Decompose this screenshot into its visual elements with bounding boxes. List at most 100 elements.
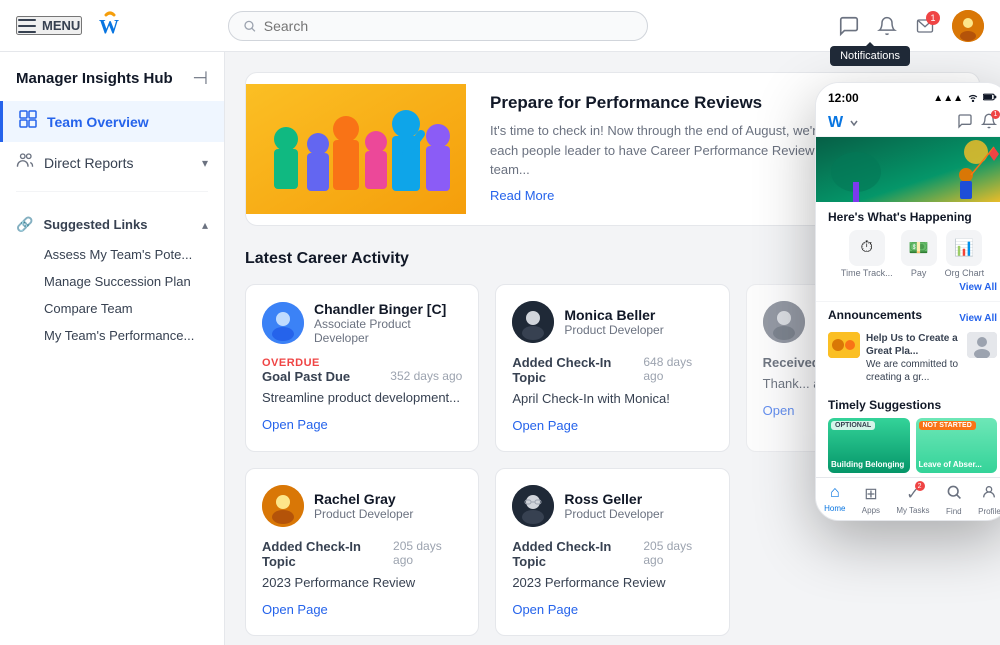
mobile-section-title: Here's What's Happening [828,210,997,224]
timely-label-2: Leave of Abser... [919,460,995,470]
mobile-notif-badge: 1 [991,110,1000,119]
mobile-nav-apps[interactable]: ⊞ Apps [862,484,880,516]
ross-detail: 2023 Performance Review [512,575,712,590]
pay-label: Pay [911,268,927,278]
pay-icon: 💵 [901,230,937,266]
find-icon [946,484,962,505]
mobile-wifi-icon [967,92,979,105]
mobile-time-track-action[interactable]: ⏱ Time Track... [841,230,893,278]
receiver-open-link[interactable]: Open [763,403,795,418]
suggested-links-title: Suggested Links [43,217,147,232]
rachel-role: Product Developer [314,507,413,521]
mobile-status-bar: 12:00 ▲▲▲ [816,83,1000,109]
mobile-timely-cards: OPTIONAL Building Belonging NOT STARTED … [828,418,997,473]
mobile-pay-action[interactable]: 💵 Pay [901,230,937,278]
mobile-nav-find[interactable]: Find [946,484,962,516]
menu-label: MENU [42,18,80,33]
mobile-announce-item: Help Us to Create a Great Pla... We are … [828,332,997,384]
mobile-announce-view-all[interactable]: View All [959,313,997,324]
hero-read-more-link[interactable]: Read More [490,188,554,203]
chandler-role: Associate Product Developer [314,317,462,345]
chandler-open-page-link[interactable]: Open Page [262,417,328,432]
mobile-nav-home[interactable]: ⌂ Home [824,484,845,516]
mobile-announce-subtitle: We are committed to creating a gr... [866,359,958,383]
mobile-status-icons: ▲▲▲ [933,92,997,105]
sidebar-title: Manager Insights Hub [16,70,173,87]
main-layout: Manager Insights Hub ⊣ Team Overview [0,52,1000,645]
chandler-avatar [262,302,304,344]
monica-avatar [512,301,554,343]
mobile-nav-profile[interactable]: Profile [978,484,1000,516]
menu-button[interactable]: MENU [16,16,82,35]
chat-icon[interactable] [838,15,860,37]
mobile-announce-image [967,332,997,358]
mobile-app-overlay: 12:00 ▲▲▲ [815,82,1000,521]
hero-illustration [246,84,466,214]
link-icon: 🔗 [16,216,33,233]
search-icon [243,19,256,33]
mail-badge: 1 [926,11,940,25]
person-card-ross: Ross Geller Product Developer Added Chec… [495,468,729,636]
chandler-name: Chandler Binger [C] [314,301,462,317]
sidebar-link-performance[interactable]: My Team's Performance... [0,322,224,349]
rachel-name: Rachel Gray [314,491,413,507]
direct-reports-chevron: ▾ [202,156,208,170]
ross-open-page-link[interactable]: Open Page [512,602,578,617]
rachel-days: 205 days ago [393,539,462,567]
sidebar-header: Manager Insights Hub ⊣ [0,68,224,101]
monica-role: Product Developer [564,323,663,337]
apps-icon: ⊞ [864,484,877,504]
profile-label: Profile [978,507,1000,516]
rachel-activity-row: Added Check-In Topic 205 days ago [262,539,462,569]
tasks-badge: 2 [915,481,925,491]
mobile-announcements-title: Announcements [828,308,922,322]
mobile-nav-icons: 1 [957,113,997,132]
rachel-header: Rachel Gray Product Developer [262,485,462,527]
sidebar-collapse-icon[interactable]: ⊣ [192,68,208,89]
timely-badge-1: OPTIONAL [831,421,875,430]
mobile-timely-section: Timely Suggestions OPTIONAL Building Bel… [816,392,1000,477]
mobile-logo-chevron [849,118,859,128]
user-avatar[interactable] [952,10,984,42]
app-logo: W [94,10,126,42]
sidebar-item-direct-reports[interactable]: Direct Reports ▾ [0,142,224,183]
monica-name: Monica Beller [564,307,663,323]
mobile-nav-tasks[interactable]: ✓ 2 My Tasks [896,484,929,516]
monica-open-page-link[interactable]: Open Page [512,418,578,433]
org-chart-label: Org Chart [945,268,985,278]
mobile-timely-card-1[interactable]: OPTIONAL Building Belonging [828,418,910,473]
search-bar[interactable] [228,11,648,41]
chandler-activity-row: Goal Past Due 352 days ago [262,369,462,384]
sidebar-divider [16,191,208,192]
mobile-chat-icon[interactable] [957,113,973,129]
mobile-org-chart-action[interactable]: 📊 Org Chart [945,230,985,278]
mobile-whats-happening: Here's What's Happening ⏱ Time Track... … [816,202,1000,301]
rachel-detail: 2023 Performance Review [262,575,462,590]
rachel-open-page-link[interactable]: Open Page [262,602,328,617]
main-content: Prepare for Performance Reviews It's tim… [225,52,1000,645]
notifications-icon[interactable] [876,15,898,37]
people-icon [16,151,34,174]
ross-activity-row: Added Check-In Topic 205 days ago [512,539,712,569]
mobile-logo: W [828,114,843,132]
time-track-label: Time Track... [841,268,893,278]
sidebar-link-compare[interactable]: Compare Team [0,295,224,322]
mail-icon[interactable]: 1 [914,15,936,37]
search-input[interactable] [264,18,633,34]
org-chart-icon: 📊 [946,230,982,266]
mobile-battery-icon [983,92,997,105]
sidebar-link-assess[interactable]: Assess My Team's Pote... [0,241,224,268]
ross-role: Product Developer [564,507,663,521]
mobile-announce-thumb [828,332,860,358]
chandler-header: Chandler Binger [C] Associate Product De… [262,301,462,345]
mobile-bottom-navigation: ⌂ Home ⊞ Apps ✓ 2 My Tasks [816,477,1000,520]
receiver-activity-label: Received [763,355,820,370]
home-label: Home [824,504,845,513]
grid-icon [19,110,37,133]
suggested-links-chevron[interactable]: ▴ [202,218,208,232]
mobile-timely-card-2[interactable]: NOT STARTED Leave of Abser... [916,418,998,473]
sidebar-link-succession[interactable]: Manage Succession Plan [0,268,224,295]
sidebar-item-team-overview[interactable]: Team Overview [0,101,224,142]
mobile-view-all-link[interactable]: View All [828,282,997,293]
ross-avatar [512,485,554,527]
